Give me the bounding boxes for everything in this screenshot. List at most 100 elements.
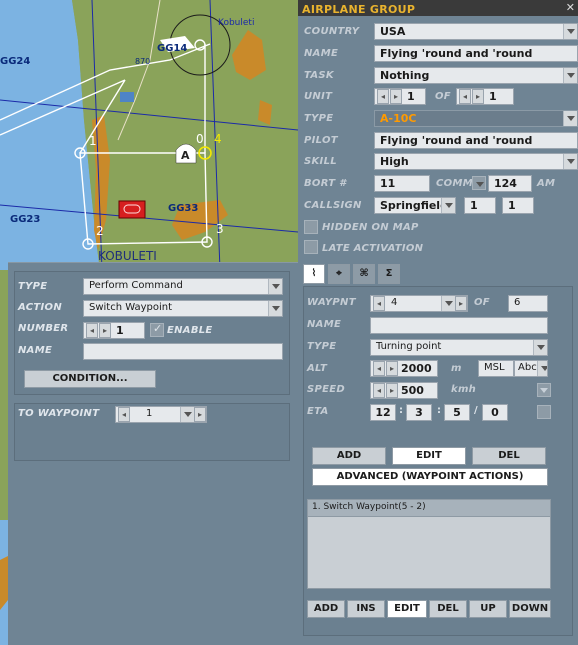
bort-input[interactable]: 11 (374, 175, 430, 192)
pilot-input[interactable]: Flying 'round and 'round (374, 132, 578, 149)
actions-list[interactable]: 1. Switch Waypoint(5 - 2) (307, 499, 551, 589)
altitude-reference[interactable]: MSL (478, 360, 514, 377)
enable-checkbox[interactable] (150, 322, 164, 337)
action-up-button[interactable]: UP (469, 600, 507, 618)
country-dropdown[interactable]: USA (374, 23, 578, 40)
aircraft-type-label: TYPE (304, 113, 334, 124)
eta-hours[interactable]: 12 (370, 404, 396, 421)
comm-dropdown-toggle[interactable] (472, 176, 486, 190)
aircraft-type-dropdown[interactable]: A-10C (374, 110, 578, 127)
altitude-mode-dropdown[interactable]: Abc (514, 360, 548, 377)
action-edit-button[interactable]: EDIT (387, 600, 427, 618)
waypoint-dropdown[interactable]: ◂ 4 ▸ (370, 295, 468, 312)
eta-minutes[interactable]: 3 (406, 404, 432, 421)
map-label-grid: GG23 (10, 214, 41, 225)
unit-stepper[interactable]: ◂ ▸ 1 (374, 88, 426, 105)
close-icon[interactable]: ✕ (566, 1, 575, 14)
waypoint-label-3: 3 (216, 222, 224, 236)
list-item[interactable]: 1. Switch Waypoint(5 - 2) (308, 500, 550, 517)
decrement-icon[interactable]: ◂ (373, 383, 385, 398)
speed-lock-checkbox[interactable] (537, 383, 551, 397)
command-type-dropdown[interactable]: Perform Command (83, 278, 283, 295)
eta-separator: / (474, 405, 478, 416)
eta-lock-checkbox[interactable] (537, 405, 551, 419)
tab-route[interactable]: ⌇ (303, 264, 325, 284)
increment-icon[interactable]: ▸ (99, 323, 111, 338)
decrement-icon[interactable]: ◂ (118, 407, 130, 422)
eta-seconds[interactable]: 5 (444, 404, 470, 421)
unit-value: 1 (407, 90, 415, 103)
waypoint-edit-button[interactable]: EDIT (392, 447, 466, 465)
condition-button[interactable]: CONDITION... (24, 370, 156, 388)
task-dropdown[interactable]: Nothing (374, 67, 578, 84)
waypoint-type-label: TYPE (307, 341, 337, 352)
hidden-on-map-checkbox[interactable] (304, 220, 318, 234)
command-number-label: NUMBER (18, 323, 69, 334)
waypoint-del-button[interactable]: DEL (472, 447, 546, 465)
increment-icon[interactable]: ▸ (390, 89, 402, 104)
callsign-number-1[interactable]: 1 (464, 197, 496, 214)
speed-stepper[interactable]: ◂ ▸ 500 (370, 382, 438, 399)
action-del-button[interactable]: DEL (429, 600, 467, 618)
increment-icon[interactable]: ▸ (386, 361, 398, 376)
comm-frequency-input[interactable]: 124 (488, 175, 532, 192)
chevron-down-icon[interactable] (441, 296, 455, 311)
waypoint-add-button[interactable]: ADD (312, 447, 386, 465)
chevron-down-icon (563, 111, 577, 126)
tab-payload[interactable]: ⌘ (353, 264, 375, 284)
panel-title-bar: AIRPLANE GROUP (298, 0, 578, 16)
comm-modulation-label: AM (537, 178, 556, 189)
command-action-dropdown[interactable]: Switch Waypoint (83, 300, 283, 317)
decrement-icon[interactable]: ◂ (377, 89, 389, 104)
to-waypoint-dropdown[interactable]: ◂ 1 ▸ (115, 406, 207, 423)
task-label: TASK (304, 70, 334, 81)
chevron-down-icon (533, 340, 547, 355)
late-activation-checkbox[interactable] (304, 240, 318, 254)
group-name-input[interactable]: Flying 'round and 'round (374, 45, 578, 62)
chevron-down-icon (540, 388, 548, 393)
eta-label: ETA (307, 406, 329, 417)
increment-icon[interactable]: ▸ (194, 407, 206, 422)
country-value: USA (380, 25, 406, 38)
chevron-down-icon (563, 68, 577, 83)
tab-targets[interactable]: ⌖ (328, 264, 350, 284)
command-type-value: Perform Command (89, 280, 183, 291)
action-add-button[interactable]: ADD (307, 600, 345, 618)
eta-day[interactable]: 0 (482, 404, 508, 421)
aircraft-type-value: A-10C (380, 112, 417, 125)
skill-label: SKILL (304, 156, 337, 167)
unit-of-value: 1 (489, 90, 497, 103)
skill-dropdown[interactable]: High (374, 153, 578, 170)
decrement-icon[interactable]: ◂ (86, 323, 98, 338)
advanced-actions-button[interactable]: ADVANCED (WAYPOINT ACTIONS) (312, 468, 548, 486)
command-type-label: TYPE (18, 281, 48, 292)
command-number-value: 1 (116, 324, 124, 337)
map-label-grid: GG33 (168, 203, 199, 214)
callsign-dropdown[interactable]: Springfield (374, 197, 456, 214)
callsign-number-2[interactable]: 1 (502, 197, 534, 214)
command-number-stepper[interactable]: ◂ ▸ 1 (83, 322, 145, 339)
waypoint-type-value: Turning point (376, 341, 442, 352)
action-down-button[interactable]: DOWN (509, 600, 551, 618)
decrement-icon[interactable]: ◂ (459, 89, 471, 104)
target-icon: ⌖ (336, 268, 342, 279)
waypoint-type-dropdown[interactable]: Turning point (370, 339, 548, 356)
callsign-label: CALLSIGN (304, 200, 362, 211)
waypoint-name-input[interactable] (370, 317, 548, 334)
waypoint-label-2: 2 (96, 224, 104, 238)
command-panel: TYPE Perform Command ACTION Switch Waypo… (8, 262, 298, 645)
decrement-icon[interactable]: ◂ (373, 296, 385, 311)
increment-icon[interactable]: ▸ (472, 89, 484, 104)
chevron-down-icon[interactable] (180, 407, 194, 422)
altitude-unit: m (451, 363, 462, 374)
command-name-input[interactable] (83, 343, 283, 360)
task-value: Nothing (380, 69, 430, 82)
unit-of-stepper[interactable]: ◂ ▸ 1 (456, 88, 514, 105)
increment-icon[interactable]: ▸ (386, 383, 398, 398)
tab-summary[interactable]: Σ (378, 264, 400, 284)
decrement-icon[interactable]: ◂ (373, 361, 385, 376)
increment-icon[interactable]: ▸ (455, 296, 467, 311)
altitude-stepper[interactable]: ◂ ▸ 2000 (370, 360, 438, 377)
action-ins-button[interactable]: INS (347, 600, 385, 618)
to-waypoint-label: TO WAYPOINT (18, 408, 100, 419)
